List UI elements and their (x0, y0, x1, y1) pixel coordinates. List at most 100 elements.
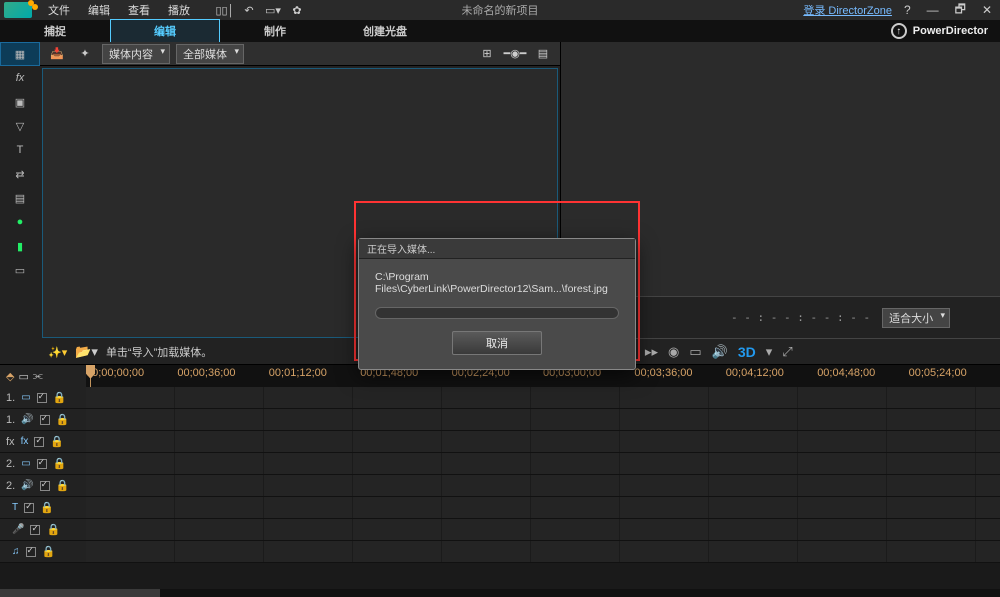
menu-view[interactable]: 查看 (120, 0, 158, 20)
media-filter-dropdown[interactable]: 全部媒体 (176, 44, 244, 64)
mode-capture[interactable]: 捕捉 (0, 20, 110, 42)
puzzle-icon[interactable]: ✦ (74, 45, 96, 63)
track-lane[interactable] (86, 497, 1000, 518)
import-dialog: 正在导入媒体... C:\Program Files\CyberLink\Pow… (358, 238, 636, 370)
track-row: 1.🔊🔒 (0, 409, 1000, 431)
zoom-slider[interactable]: ━◉━ (504, 45, 526, 63)
fit-dropdown[interactable]: 适合大小 (882, 308, 950, 328)
import-hint: 单击“导入”加载媒体。 (106, 344, 212, 360)
track-visible-checkbox[interactable] (24, 503, 34, 513)
mode-disc[interactable]: 创建光盘 (330, 20, 440, 42)
ruler-mark: 00;03;36;00 (634, 367, 692, 379)
track-header: 1.▭🔒 (0, 387, 86, 408)
track-lock-icon[interactable]: 🔒 (53, 391, 67, 404)
upload-icon: ↑ (891, 23, 907, 39)
room-particle-icon[interactable]: ▽ (0, 114, 40, 138)
track-lock-icon[interactable]: 🔒 (40, 501, 54, 514)
room-fx-icon[interactable]: fx (0, 66, 40, 90)
track-lock-icon[interactable]: 🔒 (56, 479, 70, 492)
track-lock-icon[interactable]: 🔒 (53, 457, 67, 470)
menubar: 文件 编辑 查看 播放 ▯▯│ ↶ ▭▾ ✿ 未命名的新项目 登录 Direct… (0, 0, 1000, 20)
track-visible-checkbox[interactable] (26, 547, 36, 557)
track-lane[interactable] (86, 409, 1000, 430)
close-icon[interactable]: ✕ (978, 3, 996, 17)
cancel-button[interactable]: 取消 (452, 331, 542, 355)
track-view-icon[interactable]: ▭ (18, 370, 28, 383)
track-visible-checkbox[interactable] (40, 481, 50, 491)
track-visible-checkbox[interactable] (40, 415, 50, 425)
menu-file[interactable]: 文件 (40, 0, 78, 20)
minimize-icon[interactable]: — (923, 3, 943, 17)
brand-label: PowerDirector (913, 25, 988, 37)
ruler-mark: 00;04;12;00 (726, 367, 784, 379)
grid-view-icon[interactable]: ⊞ (476, 45, 498, 63)
track-visible-checkbox[interactable] (37, 393, 47, 403)
menu-play[interactable]: 播放 (160, 0, 198, 20)
track-type-icon: ▭ (21, 392, 30, 403)
dialog-file-path: C:\Program Files\CyberLink\PowerDirector… (375, 271, 619, 295)
track-type-icon: 🔊 (21, 480, 33, 491)
room-title-icon[interactable]: T (0, 138, 40, 162)
track-lane[interactable] (86, 541, 1000, 562)
app-logo-icon (4, 2, 32, 18)
ruler-mark: 00;05;24;00 (909, 367, 967, 379)
track-lane[interactable] (86, 431, 1000, 452)
track-lock-icon[interactable]: 🔒 (50, 435, 64, 448)
room-transition-icon[interactable]: ⇄ (0, 162, 40, 186)
track-lane[interactable] (86, 475, 1000, 496)
room-media-icon[interactable]: ▦ (0, 42, 40, 66)
timeline-scrollbar-thumb[interactable] (0, 589, 160, 597)
3d-button[interactable]: 3D (735, 344, 759, 360)
link-tool-icon[interactable]: ⫘ (33, 370, 43, 383)
track-lock-icon[interactable]: 🔒 (56, 413, 70, 426)
snapshot-icon[interactable]: ◉ (665, 344, 682, 360)
mode-edit[interactable]: 编辑 (110, 19, 220, 43)
track-type-icon: T (12, 502, 18, 513)
room-audio-icon[interactable]: ▤ (0, 186, 40, 210)
track-label: fx (6, 436, 15, 448)
track-lane[interactable] (86, 453, 1000, 474)
media-type-dropdown[interactable]: 媒体内容 (102, 44, 170, 64)
room-pip-icon[interactable]: ▣ (0, 90, 40, 114)
track-visible-checkbox[interactable] (37, 459, 47, 469)
room-subtitle-icon[interactable]: ▭ (0, 258, 40, 282)
tool-aspect-icon[interactable]: ▭▾ (262, 1, 284, 19)
track-header: 1.🔊🔒 (0, 409, 86, 430)
track-lock-icon[interactable]: 🔒 (46, 523, 60, 536)
tool-undo-icon[interactable]: ↶ (238, 1, 260, 19)
timeline-scrollbar[interactable] (0, 589, 1000, 597)
list-view-icon[interactable]: ▤ (532, 45, 554, 63)
mode-produce[interactable]: 制作 (220, 20, 330, 42)
track-lock-icon[interactable]: 🔒 (42, 545, 56, 558)
volume-icon[interactable]: 🔊 (709, 344, 731, 360)
help-icon[interactable]: ? (900, 3, 915, 17)
track-visible-checkbox[interactable] (34, 437, 44, 447)
timeline-head-tools: ⬘ ▭ ⫘ (0, 365, 86, 387)
tool-cut-icon[interactable]: ▯▯│ (214, 1, 236, 19)
side-tool-rail: ▦ fx ▣ ▽ T ⇄ ▤ ● ▮ ▭ (0, 42, 40, 364)
library-toolbar: 📥 ✦ 媒体内容 全部媒体 ⊞ ━◉━ ▤ (40, 42, 560, 66)
3d-dropdown-icon[interactable]: ▾ (763, 344, 776, 360)
menu-edit[interactable]: 编辑 (80, 0, 118, 20)
maximize-icon[interactable]: 🗗 (951, 0, 970, 21)
import-folder-icon[interactable]: 📂▾ (75, 344, 98, 360)
ruler-mark: 00;00;36;00 (177, 367, 235, 379)
directorzone-link[interactable]: 登录 DirectorZone (803, 2, 892, 18)
track-lane[interactable] (86, 387, 1000, 408)
room-chapter-icon[interactable]: ▮ (0, 234, 40, 258)
track-label: 2. (6, 480, 15, 492)
popout-icon[interactable]: ⤢ (779, 344, 795, 360)
tool-settings-icon[interactable]: ✿ (286, 1, 308, 19)
track-row: T🔒 (0, 497, 1000, 519)
marker-tool-icon[interactable]: ⬘ (6, 370, 14, 383)
track-row: ♫🔒 (0, 541, 1000, 563)
fast-forward-icon[interactable]: ▸▸ (642, 344, 661, 360)
track-visible-checkbox[interactable] (30, 525, 40, 535)
import-icon[interactable]: 📥 (46, 45, 68, 63)
progress-bar (375, 307, 619, 319)
room-voice-icon[interactable]: ● (0, 210, 40, 234)
track-row: fxfx🔒 (0, 431, 1000, 453)
device-icon[interactable]: ▭ (686, 344, 704, 360)
track-lane[interactable] (86, 519, 1000, 540)
magic-icon[interactable]: ✨▾ (48, 346, 67, 359)
